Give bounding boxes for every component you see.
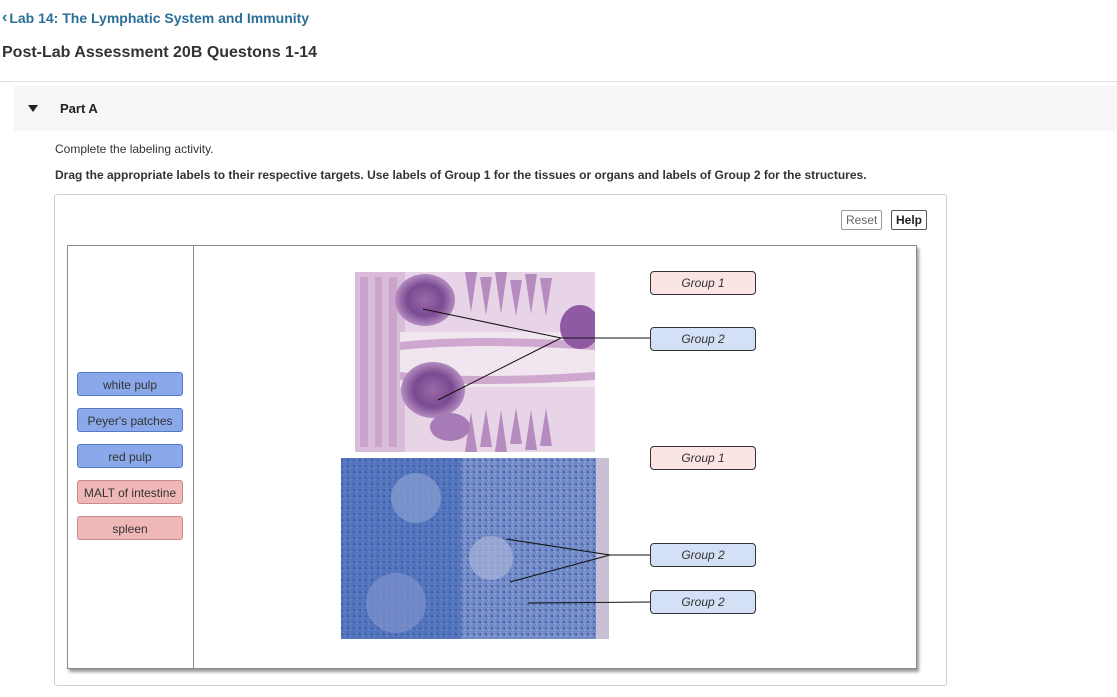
help-button[interactable]: Help — [891, 210, 928, 230]
reset-button[interactable]: Reset — [841, 210, 883, 230]
drop-target-group2-spleen-a[interactable]: Group 2 — [650, 543, 756, 567]
caret-down-icon — [28, 105, 38, 112]
labeling-activity: Reset Help white pulp Peyer's patches re… — [54, 194, 947, 686]
page-title: Post-Lab Assessment 20B Questons 1-14 — [2, 44, 318, 61]
breadcrumb-back-link[interactable]: ‹ Lab 14: The Lymphatic System and Immun… — [0, 9, 309, 27]
header-divider — [0, 81, 1117, 82]
part-a-header[interactable]: Part A — [14, 86, 1117, 131]
instruction-text: Complete the labeling activity. — [55, 142, 214, 156]
chevron-left-icon: ‹ — [2, 9, 8, 26]
drop-target-group1-spleen[interactable]: Group 1 — [650, 446, 756, 470]
instruction-detail: Drag the appropriate labels to their res… — [55, 168, 867, 182]
leader-lines — [422, 308, 651, 604]
drop-target-group1-intestine[interactable]: Group 1 — [650, 271, 756, 295]
part-label: Part A — [60, 101, 98, 116]
breadcrumb-label: Lab 14: The Lymphatic System and Immunit… — [9, 10, 310, 26]
drop-target-group2-intestine[interactable]: Group 2 — [650, 327, 756, 351]
drop-target-group2-spleen-b[interactable]: Group 2 — [650, 590, 756, 614]
labeling-panel: white pulp Peyer's patches red pulp MALT… — [67, 245, 917, 669]
